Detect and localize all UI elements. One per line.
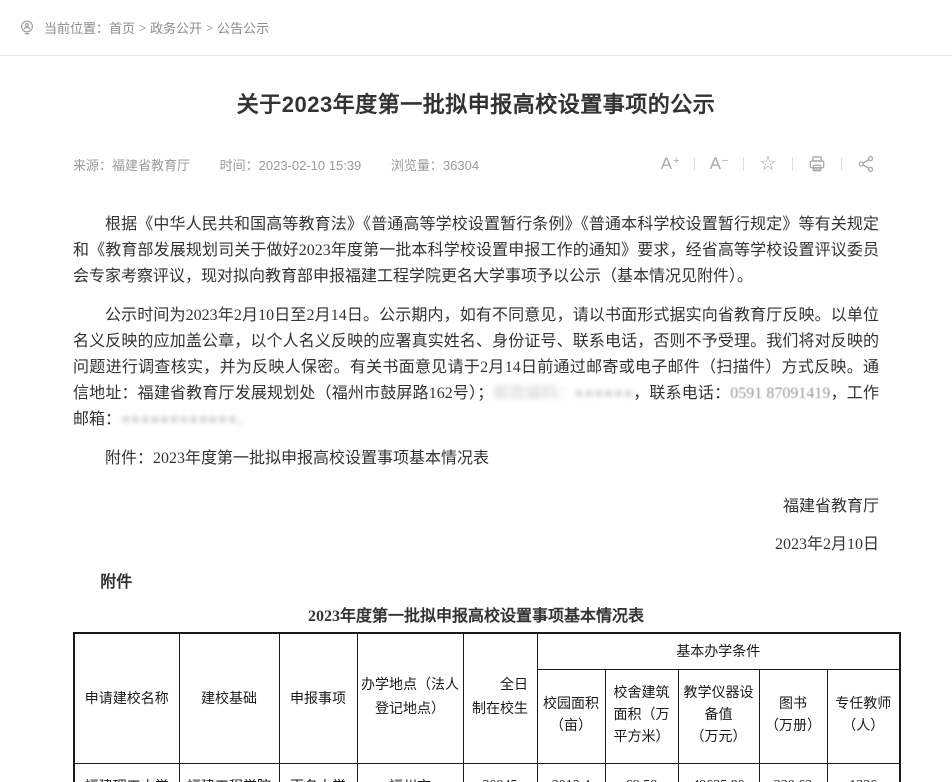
paragraph-2: 公示时间为2023年2月10日至2月14日。公示期内，如有不同意见，请以书面形式… [73,303,879,433]
meta-row: 来源：福建省教育厅 时间：2023-02-10 15:39 浏览量：36304 … [73,152,879,176]
toolbar-divider [792,157,793,171]
header-teachers: 专任教师 （人） [827,669,900,763]
redacted-email: ●●●●●●●●●●●●。 [121,411,253,428]
phone-number: 0591 87091419 [730,385,830,402]
star-icon: ☆ [759,154,777,174]
paragraph-1: 根据《中华人民共和国高等教育法》《普通高等学校设置暂行条例》《普通本科学校设置暂… [73,212,879,290]
font-increase-letter: A [661,154,672,174]
header-fulltime-students: 全日制在校生 [463,633,537,763]
share-icon [856,154,876,174]
favorite-button[interactable]: ☆ [755,152,781,176]
article-body: 根据《中华人民共和国高等教育法》《普通高等学校设置暂行条例》《普通本科学校设置暂… [73,212,879,472]
header-equipment-value: 教学仪器设备值 （万元） [678,669,759,763]
attachment-heading: 附件 [73,568,879,592]
share-button[interactable] [853,152,879,176]
breadcrumb: 当前位置： 首页 > 政务公开 > 公告公示 [0,0,952,56]
page: 当前位置： 首页 > 政务公开 > 公告公示 关于2023年度第一批拟申报高校设… [0,0,952,782]
article: 关于2023年度第一批拟申报高校设置事项的公示 来源：福建省教育厅 时间：202… [0,90,952,782]
minus-sign: − [722,156,728,167]
signature-block: 福建省教育厅 2023年2月10日 [73,494,879,558]
print-button[interactable] [804,152,830,176]
header-location: 办学地点（法人登记地点） [357,633,463,763]
cell-campus-area: 2012.4 [537,763,605,782]
cell-books: 230.62 [759,763,827,782]
phone-label: ，联系电话： [633,385,730,402]
header-school-name: 申请建校名称 [74,633,179,763]
cell-school-name: 福建理工大学 [74,763,179,782]
font-decrease-letter: A [710,154,721,174]
article-meta: 来源：福建省教育厅 时间：2023-02-10 15:39 浏览量：36304 [73,155,505,174]
cell-location: 福州市 [357,763,463,782]
font-increase-button[interactable]: A+ [657,152,683,176]
toolbar-divider [841,157,842,171]
breadcrumb-separator: > [139,21,146,35]
header-books: 图书 （万册） [759,669,827,763]
cell-teachers: 1326 [827,763,900,782]
breadcrumb-label: 当前位置： [44,18,109,37]
toolbar-divider [694,157,695,171]
meta-time: 时间：2023-02-10 15:39 [220,158,362,173]
signature-org: 福建省教育厅 [73,494,879,520]
toolbar-divider [743,157,744,171]
paragraph-1-text: 根据《中华人民共和国高等教育法》《普通高等学校设置暂行条例》《普通本科学校设置暂… [73,216,879,285]
header-campus-area: 校园面积 （亩） [537,669,605,763]
meta-views: 浏览量：36304 [391,158,479,173]
page-title: 关于2023年度第一批拟申报高校设置事项的公示 [73,90,879,120]
cell-equipment-value: 49625.80 [678,763,759,782]
current-location-icon [18,19,36,37]
breadcrumb-zhengwu[interactable]: 政务公开 [150,18,202,37]
redacted-postal-code: 邮政编码：●●●●●● [493,385,633,402]
attachment-reference-line: 附件：2023年度第一批拟申报高校设置事项基本情况表 [73,446,879,472]
article-toolbar: A+ A− ☆ [657,152,879,176]
header-school-base: 建校基础 [179,633,279,763]
breadcrumb-gonggao[interactable]: 公告公示 [217,18,269,37]
table-row: 福建理工大学 福建工程学院 更名大学 福州市 20945 2012.4 69.5… [74,763,900,782]
signature-date: 2023年2月10日 [73,532,879,558]
cell-school-base: 福建工程学院 [179,763,279,782]
breadcrumb-home[interactable]: 首页 [109,18,135,37]
plus-sign: + [673,156,679,167]
breadcrumb-separator: > [206,21,213,35]
attachment-reference-text: 附件：2023年度第一批拟申报高校设置事项基本情况表 [105,450,489,467]
header-building-area: 校舍建筑面积（万平方米） [605,669,678,763]
cell-building-area: 69.58 [605,763,678,782]
attachment-table-title: 2023年度第一批拟申报高校设置事项基本情况表 [73,602,879,626]
header-basic-conditions-group: 基本办学条件 [537,633,900,669]
font-decrease-button[interactable]: A− [706,152,732,176]
meta-source: 来源：福建省教育厅 [73,158,190,173]
header-application-item: 申报事项 [279,633,357,763]
cell-application-item: 更名大学 [279,763,357,782]
cell-fulltime-students: 20945 [463,763,537,782]
basic-info-table: 申请建校名称 建校基础 申报事项 办学地点（法人登记地点） 全日制在校生 基本办… [73,632,901,782]
printer-icon [807,154,827,174]
